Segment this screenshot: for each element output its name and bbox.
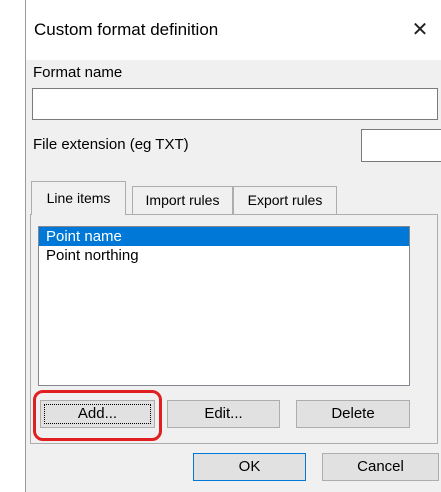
format-name-input[interactable] [32, 88, 438, 120]
file-extension-input[interactable] [361, 129, 441, 162]
delete-button[interactable]: Delete [296, 400, 410, 428]
tab-import-rules[interactable]: Import rules [132, 186, 233, 214]
dialog-title: Custom format definition [34, 20, 219, 39]
file-extension-label: File extension (eg TXT) [33, 136, 189, 153]
cancel-button[interactable]: Cancel [322, 453, 439, 481]
line-items-list[interactable]: Point name Point northing [38, 226, 410, 386]
ok-button[interactable]: OK [193, 453, 306, 481]
close-icon[interactable]: ✕ [398, 8, 441, 52]
title-bar: Custom format definition ✕ [26, 0, 441, 60]
format-name-label: Format name [33, 64, 123, 81]
red-highlight-box [33, 390, 162, 441]
list-item[interactable]: Point northing [39, 246, 409, 265]
tab-line-items[interactable]: Line items [31, 181, 126, 215]
tab-export-rules[interactable]: Export rules [233, 186, 337, 214]
edit-button[interactable]: Edit... [167, 400, 280, 428]
list-item[interactable]: Point name [39, 227, 409, 246]
